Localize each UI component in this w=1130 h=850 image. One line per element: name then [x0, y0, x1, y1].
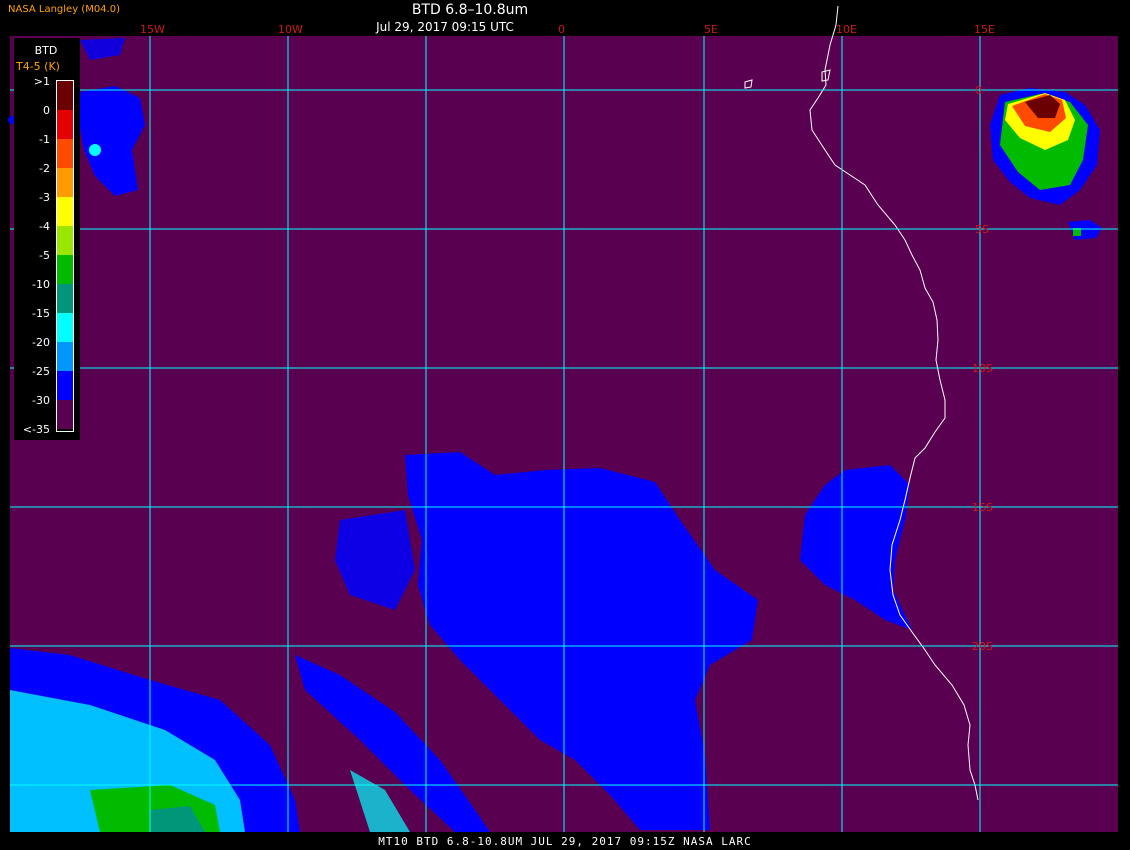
- lat-label: 10S: [972, 362, 993, 375]
- legend-swatch: [57, 139, 73, 168]
- legend-swatch: [57, 255, 73, 284]
- legend-label: -2: [39, 162, 50, 175]
- legend-color-bar: [56, 80, 74, 432]
- legend-label: -20: [32, 336, 50, 349]
- legend-title: BTD: [34, 44, 58, 57]
- legend-swatch: [57, 313, 73, 342]
- lat-label: 0: [975, 84, 982, 97]
- satellite-map: 15W 10W 0 5E 10E 15E 0 5S 10S 15S 20S: [8, 5, 1118, 832]
- legend-label: -30: [32, 394, 50, 407]
- lon-label: 15E: [974, 23, 995, 36]
- legend-label: -1: [39, 133, 50, 146]
- legend-label: <-35: [22, 423, 50, 436]
- legend-label: -4: [39, 220, 50, 233]
- lon-label: 15W: [140, 23, 165, 36]
- lat-label: 15S: [972, 501, 993, 514]
- product-title: BTD 6.8–10.8um: [411, 2, 529, 18]
- legend-label: >1: [33, 75, 50, 88]
- lat-label: 5S: [975, 223, 989, 236]
- color-legend: BTD T4-5 (K) >1 0 -1 -2 -3 -4 -5 -10 -15 -20 -25 -3…: [14, 38, 80, 440]
- legend-swatch: [57, 371, 73, 400]
- legend-label: -5: [39, 249, 50, 262]
- legend-swatch: [57, 400, 73, 429]
- legend-swatch: [57, 197, 73, 226]
- datetime-label: Jul 29, 2017 09:15 UTC: [376, 20, 514, 34]
- lat-label: 20S: [972, 640, 993, 653]
- lon-label: 10E: [836, 23, 857, 36]
- legend-label: -15: [32, 307, 50, 320]
- lon-label: 5E: [704, 23, 718, 36]
- org-label: NASA Langley (M04.0): [8, 4, 120, 15]
- legend-label: 0: [43, 104, 50, 117]
- legend-swatch: [57, 226, 73, 255]
- legend-label: -25: [32, 365, 50, 378]
- legend-swatch: [57, 110, 73, 139]
- lon-label: 10W: [278, 23, 303, 36]
- legend-swatch: [57, 284, 73, 313]
- footer-caption: MT10 BTD 6.8-10.8UM JUL 29, 2017 09:15Z …: [378, 835, 752, 848]
- lon-label: 0: [558, 23, 565, 36]
- legend-swatch: [57, 342, 73, 371]
- legend-swatch: [57, 81, 73, 110]
- legend-label: -10: [32, 278, 50, 291]
- legend-swatch: [57, 168, 73, 197]
- legend-subtitle: T4-5 (K): [16, 60, 60, 73]
- legend-label: -3: [39, 191, 50, 204]
